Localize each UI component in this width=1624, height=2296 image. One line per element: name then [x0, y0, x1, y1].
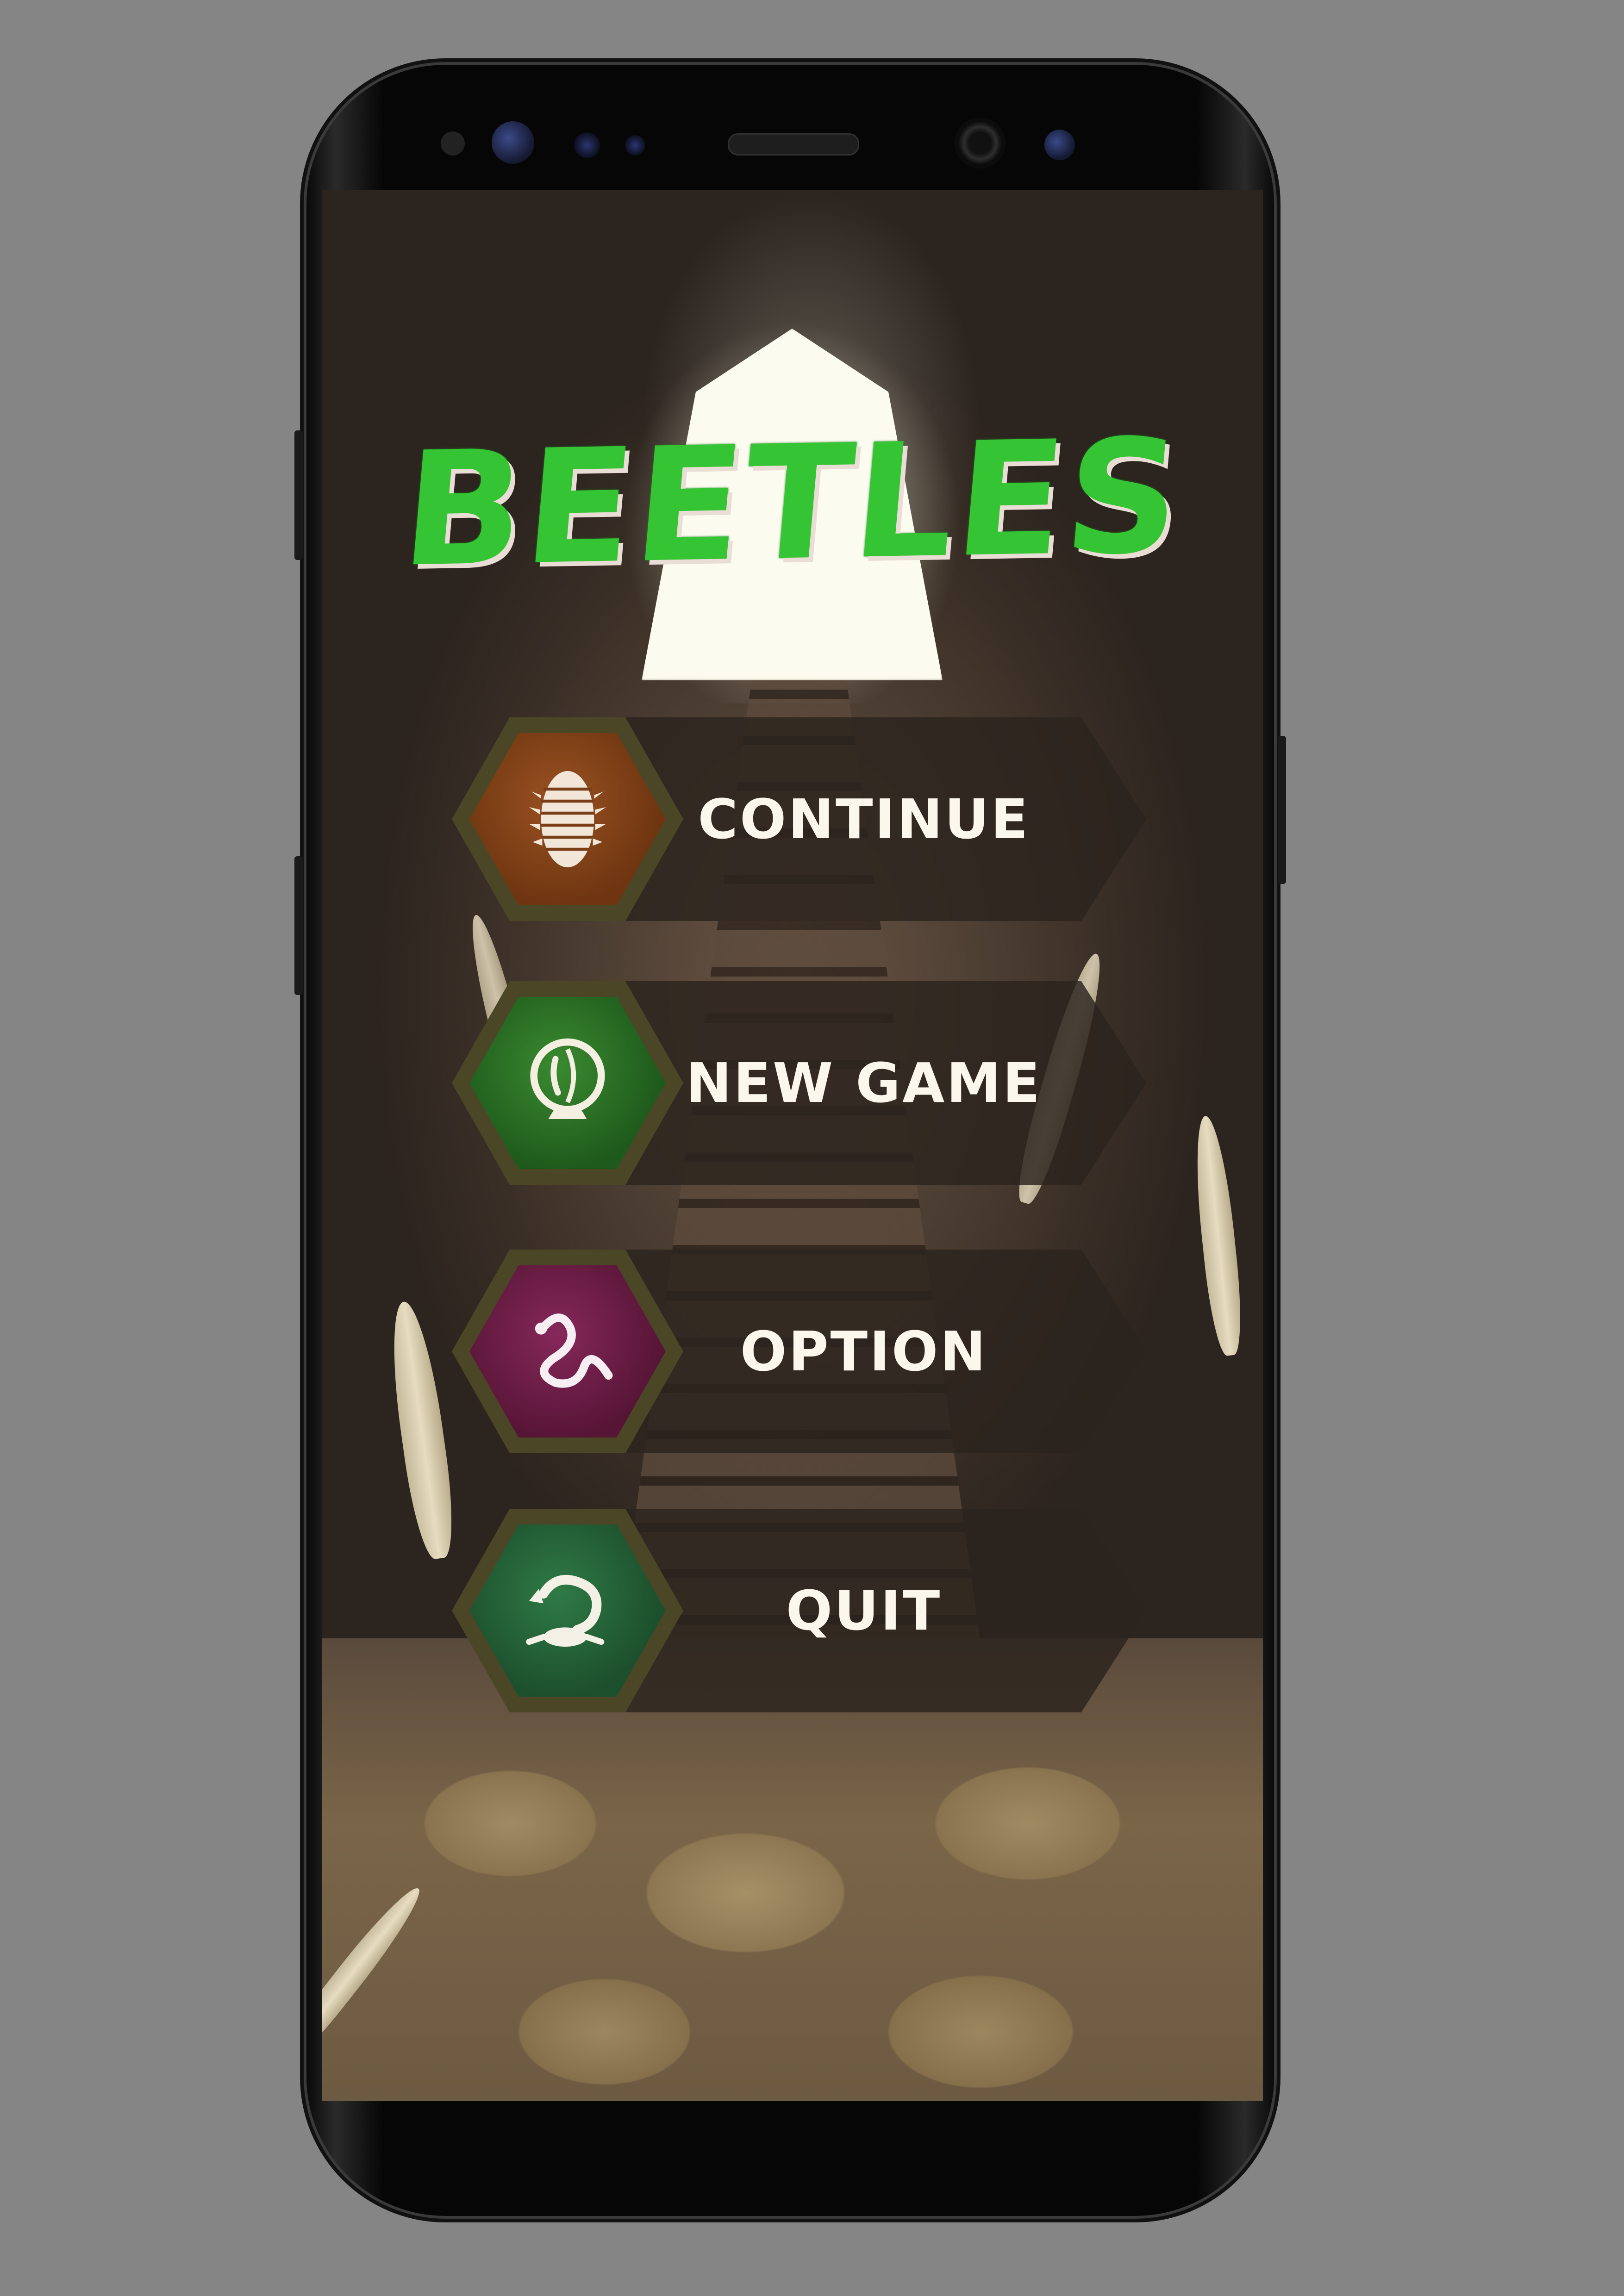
- proximity-sensor-icon: [625, 135, 645, 156]
- option-button[interactable]: OPTION: [452, 1250, 1211, 1453]
- new-game-label: NEW GAME: [686, 1051, 1042, 1115]
- rear-camera-icon: [955, 118, 1006, 168]
- game-title: BEETLES: [395, 405, 1190, 602]
- quit-button[interactable]: QUIT: [452, 1509, 1211, 1712]
- sensor-dot: [441, 131, 465, 156]
- side-button-right: [1278, 736, 1286, 884]
- iris-sensor-icon: [574, 132, 600, 158]
- continue-button[interactable]: CONTINUE: [452, 717, 1211, 921]
- tusk-left-1: [383, 1299, 461, 1562]
- quit-label: QUIT: [786, 1579, 942, 1643]
- game-screen: BEETLES CONTINUE NEW GAME OPTION QUIT: [322, 190, 1263, 2101]
- earpiece-speaker: [728, 133, 859, 156]
- new-game-button[interactable]: NEW GAME: [452, 981, 1211, 1185]
- front-camera-icon: [492, 121, 534, 164]
- option-label: OPTION: [740, 1319, 988, 1383]
- continue-label: CONTINUE: [698, 787, 1030, 851]
- power-button-left: [294, 856, 303, 995]
- camera-sensor-icon: [1044, 130, 1075, 160]
- volume-button: [294, 430, 303, 560]
